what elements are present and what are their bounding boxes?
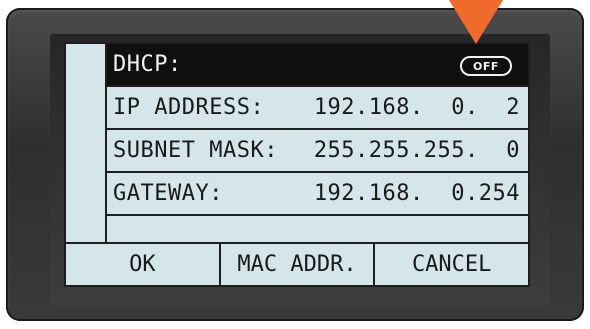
dhcp-toggle[interactable]: OFF [460, 56, 512, 76]
ip-address-label: IP ADDRESS: [113, 95, 265, 120]
ip-address-row[interactable]: IP ADDRESS: 192.168. 0. 2 [107, 87, 528, 130]
gateway-label: GATEWAY: [113, 181, 223, 206]
lcd-screen: DHCP: OFF IP ADDRESS: 192.168. 0. 2 SUBN… [64, 42, 530, 287]
ip-address-value[interactable]: 192.168. 0. 2 [314, 95, 520, 120]
dhcp-label: DHCP: [113, 52, 182, 77]
gateway-value[interactable]: 192.168. 0.254 [314, 181, 520, 206]
down-triangle-indicator-icon [449, 0, 503, 44]
mac-address-button[interactable]: MAC ADDR. [218, 244, 374, 285]
gateway-row[interactable]: GATEWAY: 192.168. 0.254 [107, 173, 528, 216]
subnet-mask-label: SUBNET MASK: [113, 138, 278, 163]
ok-button[interactable]: OK [66, 244, 219, 285]
softkey-divider [66, 216, 528, 244]
subnet-mask-row[interactable]: SUBNET MASK: 255.255.255. 0 [107, 130, 528, 173]
subnet-mask-value[interactable]: 255.255.255. 0 [314, 138, 520, 163]
softkey-bar: OK MAC ADDR. CANCEL [66, 244, 528, 285]
dhcp-row[interactable]: DHCP: OFF [107, 44, 528, 87]
cancel-button[interactable]: CANCEL [373, 244, 528, 285]
